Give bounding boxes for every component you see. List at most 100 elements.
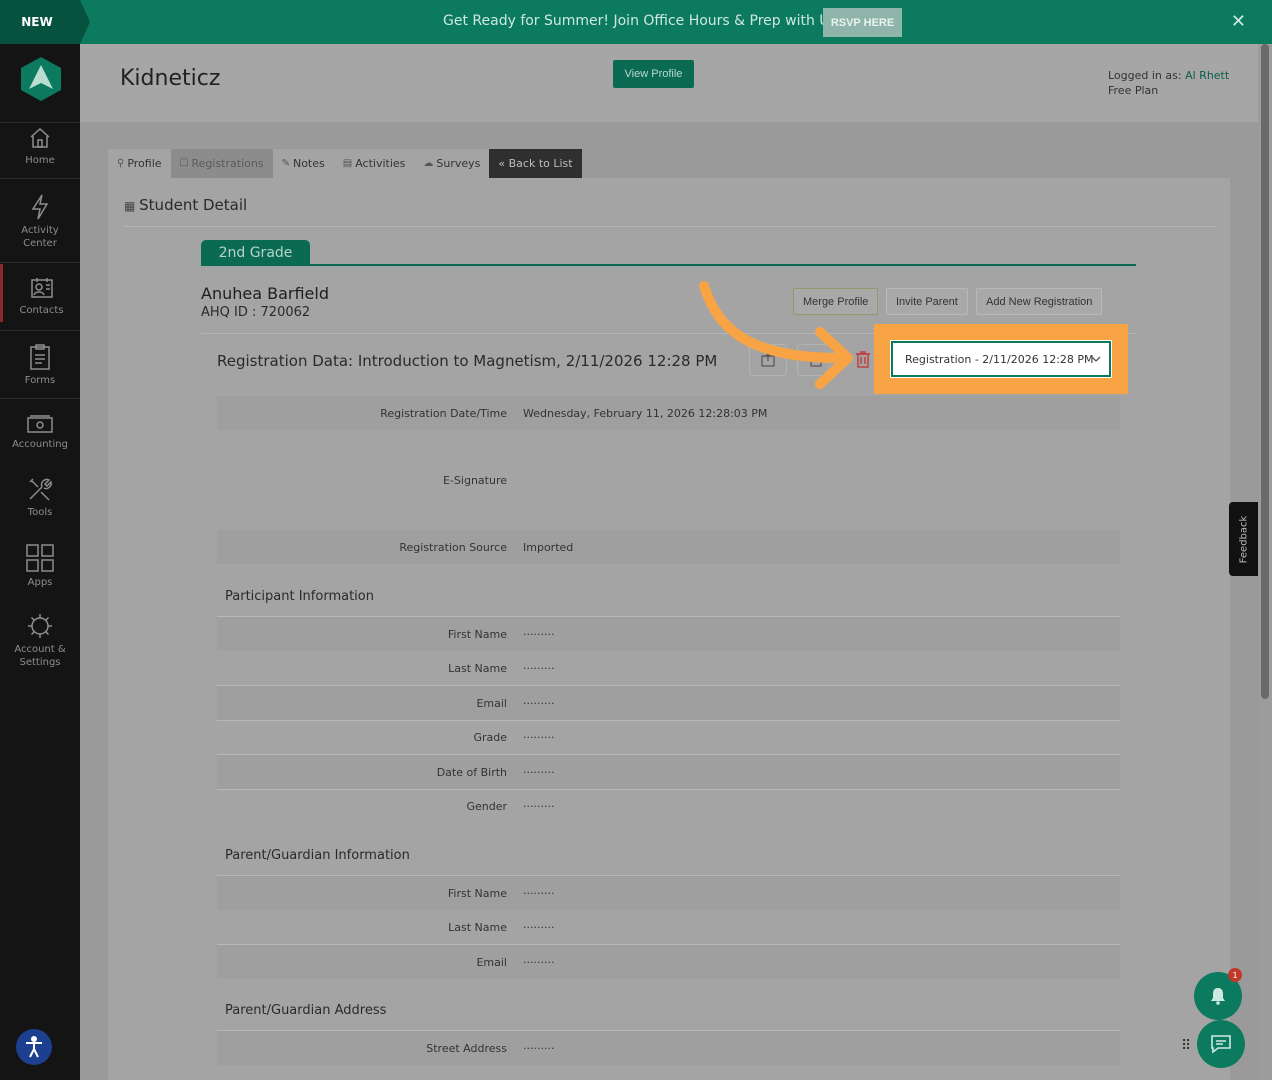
- sidebar-item-home[interactable]: Home: [0, 126, 80, 167]
- sidebar-item-apps[interactable]: Apps: [0, 544, 80, 589]
- row-label: First Name: [447, 887, 507, 900]
- row-value: ·········: [523, 1042, 555, 1055]
- sidebar-item-label: Forms: [24, 375, 56, 386]
- tab-notes[interactable]: ✎ Notes: [272, 149, 334, 178]
- row-label: Date of Birth: [436, 766, 507, 779]
- sidebar-item-label: Account & Settings: [14, 644, 66, 668]
- row-label: Gender: [466, 800, 507, 813]
- rsvp-button[interactable]: RSVP HERE: [823, 8, 902, 37]
- sidebar-item-label: Apps: [27, 577, 53, 588]
- view-profile-button[interactable]: View Profile: [613, 60, 694, 88]
- row-label: Last Name: [448, 662, 507, 675]
- table-row: Email ·········: [217, 945, 1120, 979]
- accessibility-icon: [26, 1036, 42, 1058]
- apps-grid-icon: [26, 544, 54, 572]
- announcement-banner: NEW Get Ready for Summer! Join Office Ho…: [0, 0, 1272, 44]
- registration-select-value: Registration - 2/11/2026 12:28 PM: [905, 352, 1094, 366]
- row-value: ·········: [523, 921, 555, 934]
- table-row: E-Signature: [217, 463, 1120, 497]
- lightning-icon: [31, 194, 49, 220]
- table-row: Grade ·········: [217, 720, 1120, 754]
- table-row: Street Address ·········: [217, 1031, 1120, 1065]
- gear-icon: [28, 614, 52, 638]
- sidebar-item-account-settings[interactable]: Account & Settings: [0, 613, 80, 669]
- registration-title: Registration Data: Introduction to Magne…: [217, 352, 718, 370]
- add-new-registration-button[interactable]: Add New Registration: [976, 288, 1103, 315]
- tab-surveys[interactable]: ☁ Surveys: [414, 149, 490, 178]
- drag-handle-icon[interactable]: ⠿: [1181, 1038, 1191, 1054]
- tab-registrations[interactable]: ☐ Registrations: [170, 149, 273, 178]
- table-row: Last Name ·········: [217, 651, 1120, 685]
- row-label: Email: [476, 956, 507, 969]
- chat-button[interactable]: [1197, 1020, 1245, 1068]
- section-title-label: Student Detail: [139, 196, 248, 214]
- table-row: Registration Source Imported: [217, 530, 1120, 564]
- row-value: ·········: [523, 697, 555, 710]
- divider: [124, 226, 1216, 227]
- sidebar-item-tools[interactable]: Tools: [0, 476, 80, 519]
- row-value: ·········: [523, 956, 555, 969]
- close-icon[interactable]: ✕: [1231, 11, 1246, 32]
- row-value: ·········: [523, 766, 555, 779]
- sidebar-item-contacts[interactable]: Contacts: [0, 264, 80, 322]
- sidebar-item-accounting[interactable]: Accounting: [0, 414, 80, 451]
- row-label: E-Signature: [443, 474, 507, 487]
- page-header: Kidneticz View Profile Logged in as: Al …: [80, 44, 1258, 122]
- student-name: Anuhea Barfield: [201, 284, 329, 303]
- feedback-label: Feedback: [1238, 515, 1249, 563]
- guardian-section-title: Parent/Guardian Information: [225, 848, 410, 863]
- back-to-list-button[interactable]: « Back to List: [489, 149, 582, 178]
- profile-icon: ⚲: [117, 158, 125, 169]
- sidebar-item-activity-center[interactable]: Activity Center: [0, 194, 80, 250]
- sidebar-divider: [0, 122, 80, 123]
- chat-icon: [1211, 1035, 1231, 1054]
- money-icon: [27, 415, 53, 433]
- sidebar-item-label: Home: [25, 155, 55, 166]
- sidebar-item-label: Tools: [27, 507, 53, 518]
- detail-tabs: ⚲ Profile ☐ Registrations ✎ Notes ▤ Activiti…: [108, 149, 582, 178]
- sidebar-item-forms[interactable]: Forms: [0, 344, 80, 387]
- sidebar-item-label: Activity Center: [21, 225, 59, 249]
- tab-label: Surveys: [436, 157, 481, 170]
- sidebar-divider: [0, 178, 80, 179]
- app-logo[interactable]: [20, 56, 62, 102]
- table-row: Last Name ·········: [217, 910, 1120, 944]
- feedback-tab[interactable]: Feedback: [1229, 502, 1258, 576]
- table-row: Gender ·········: [217, 789, 1120, 823]
- row-label: Street Address: [426, 1042, 507, 1055]
- address-section-title: Parent/Guardian Address: [225, 1003, 387, 1018]
- registration-select[interactable]: Registration - 2/11/2026 12:28 PM: [891, 341, 1111, 377]
- scrollbar-thumb[interactable]: [1261, 44, 1269, 699]
- grade-tab[interactable]: 2nd Grade: [201, 240, 310, 265]
- row-label: Grade: [473, 731, 507, 744]
- table-row: Email ·········: [217, 686, 1120, 720]
- row-label: First Name: [447, 628, 507, 641]
- table-row: First Name ·········: [217, 617, 1120, 651]
- sidebar-divider: [0, 330, 80, 331]
- tab-profile[interactable]: ⚲ Profile: [108, 149, 171, 178]
- row-value: ·········: [523, 887, 555, 900]
- notes-icon: ✎: [281, 158, 290, 169]
- table-row: Date of Birth ·········: [217, 755, 1120, 789]
- grade-divider: [201, 264, 1136, 266]
- row-value: ·········: [523, 731, 555, 744]
- table-row: First Name ·········: [217, 876, 1120, 910]
- tab-activities[interactable]: ▤ Activities: [333, 149, 415, 178]
- sidebar-item-label: Accounting: [12, 439, 68, 450]
- row-value: Imported: [523, 541, 574, 554]
- invite-parent-button[interactable]: Invite Parent: [886, 288, 968, 315]
- accessibility-button[interactable]: [16, 1029, 52, 1065]
- section-title: ▦ Student Detail: [124, 196, 247, 214]
- sidebar-divider: [0, 398, 80, 399]
- student-detail-icon: ▦: [124, 199, 140, 213]
- page-scrollbar[interactable]: [1258, 44, 1272, 1080]
- tab-label: Profile: [127, 157, 162, 170]
- user-link[interactable]: Al Rhett: [1185, 69, 1229, 82]
- tab-label: Notes: [292, 157, 325, 170]
- row-value: ·········: [523, 628, 555, 641]
- surveys-icon: ☁: [423, 158, 434, 169]
- login-info: Logged in as: Al Rhett Free Plan: [1108, 68, 1229, 98]
- table-row: Registration Date/Time Wednesday, Februa…: [217, 396, 1120, 430]
- notification-count-badge: 1: [1228, 968, 1242, 982]
- row-value: ·········: [523, 800, 555, 813]
